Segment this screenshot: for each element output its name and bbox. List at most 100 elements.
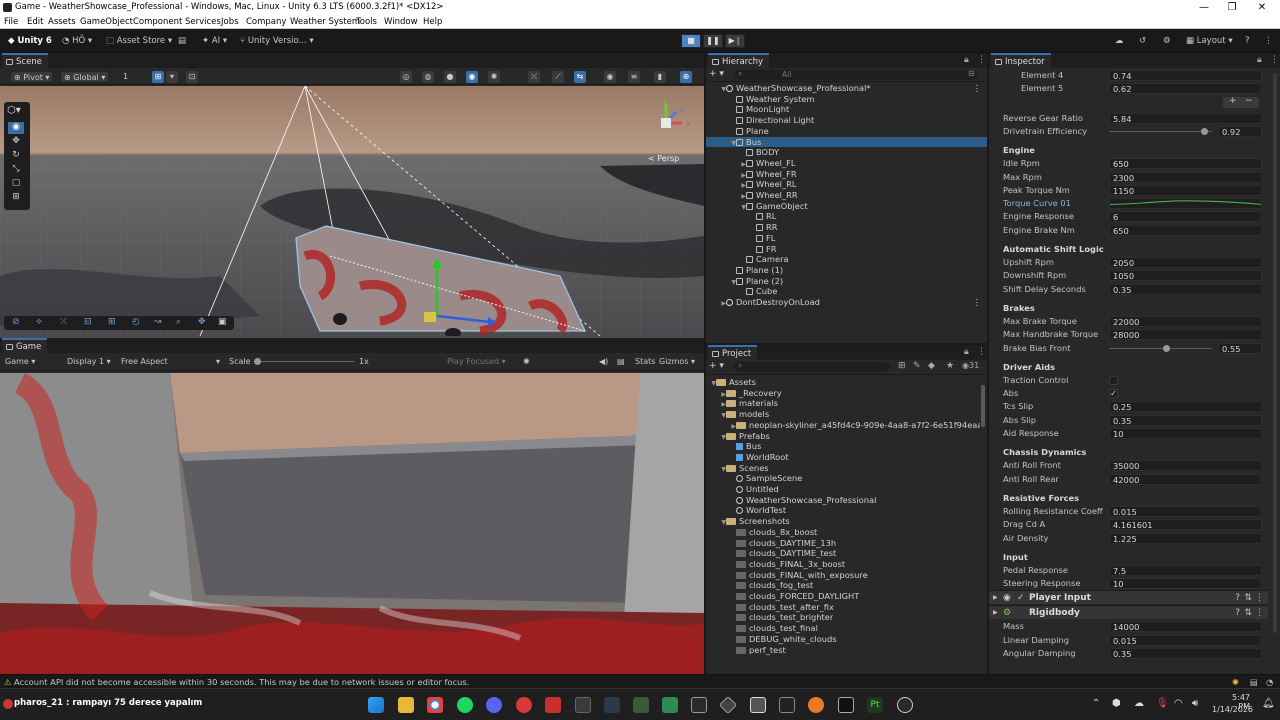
list-remove-button[interactable]: − xyxy=(1245,96,1253,106)
hierarchy-menu-icon[interactable]: ⋮ xyxy=(977,55,986,65)
scene-menu-icon[interactable]: ⋮ xyxy=(973,297,981,308)
app-icon-7[interactable] xyxy=(838,697,854,713)
hierarchy-lock-icon[interactable]: 🔒︎ xyxy=(964,55,969,65)
snap-value[interactable]: 1 xyxy=(120,71,131,83)
menu-tools[interactable]: Tools xyxy=(356,15,377,29)
terminal-icon[interactable] xyxy=(779,697,795,713)
hierarchy-item[interactable]: Directional Light xyxy=(706,115,987,126)
project-item[interactable]: ▶ _Recovery xyxy=(706,388,980,399)
asset-store-button[interactable]: ⬚ Asset Store ▾ xyxy=(106,34,172,48)
field-value-input[interactable]: 2050 xyxy=(1109,257,1262,268)
field-value-input[interactable]: 650 xyxy=(1109,224,1262,236)
search-by-type-icon[interactable]: ⊞ xyxy=(898,361,906,371)
project-menu-icon[interactable]: ⋮ xyxy=(977,347,986,357)
hidden-packages-count[interactable]: ◉31 xyxy=(962,361,979,370)
menu-edit[interactable]: Edit xyxy=(27,15,43,29)
hierarchy-item[interactable]: Plane (1) xyxy=(706,265,987,276)
account-dropdown[interactable]: ◔ HÖ ▾ xyxy=(62,34,92,48)
audio-toggle-icon[interactable]: ⟋ xyxy=(552,71,564,83)
inspector-menu-icon[interactable]: ⋮ xyxy=(1270,55,1279,65)
project-item[interactable]: SampleScene xyxy=(706,473,980,484)
slider-knob[interactable] xyxy=(1200,127,1208,135)
scale-slider[interactable] xyxy=(254,358,354,365)
field-value-input[interactable]: 0.62 xyxy=(1109,83,1262,95)
field-value-input[interactable]: 1150 xyxy=(1109,184,1262,196)
field-value-input[interactable]: 650 xyxy=(1109,158,1262,170)
component-menu-icon[interactable]: ⋮ xyxy=(1255,606,1264,620)
unity-account-button[interactable]: ◆ Unity 6 xyxy=(8,34,52,48)
menu-help[interactable]: Help xyxy=(423,15,442,29)
project-item[interactable]: Untitled xyxy=(706,484,980,495)
step-button[interactable]: ▶❘ xyxy=(725,34,745,48)
close-button[interactable]: ✕ xyxy=(1246,0,1278,15)
tab-hierarchy[interactable]: Hierarchy xyxy=(708,53,770,68)
play-button[interactable]: ■ xyxy=(681,34,701,48)
help-icon[interactable]: ? xyxy=(1235,591,1240,605)
scene-menu-icon[interactable]: ⋮ xyxy=(973,83,981,94)
help-icon[interactable]: ? xyxy=(1235,606,1240,620)
inspector-lock-icon[interactable]: 🔒︎ xyxy=(1257,55,1262,65)
gizmos-toggle-icon[interactable]: ⊕ xyxy=(680,71,692,83)
animation-curve-field[interactable] xyxy=(1109,198,1262,210)
mute-audio-icon[interactable]: ◀) xyxy=(596,356,611,368)
gizmos-button[interactable]: Gizmos ▾ xyxy=(656,356,698,368)
favorites-icon[interactable]: ★ xyxy=(946,361,954,371)
hierarchy-item[interactable]: Weather System xyxy=(706,94,987,105)
hierarchy-item[interactable]: ▶ DontDestroyOnLoad ⋮ xyxy=(706,297,987,308)
volume-icon[interactable]: 🔊︎ xyxy=(1192,698,1198,709)
field-value-input[interactable]: 7.5 xyxy=(1109,564,1262,576)
field-value-input[interactable]: 0.74 xyxy=(1109,70,1262,81)
app-icon-5[interactable] xyxy=(662,697,678,713)
project-item[interactable]: clouds_8x_boost xyxy=(706,527,980,538)
project-item[interactable]: ▶ materials xyxy=(706,398,980,409)
hierarchy-item[interactable]: ▼ Bus xyxy=(706,136,987,148)
global-dropdown[interactable]: ⊕ Global ▾ xyxy=(60,71,110,83)
packages-icon[interactable]: ▤ xyxy=(178,34,186,48)
preset-icon[interactable]: ⇅ xyxy=(1244,591,1252,605)
component-header[interactable]: ▶ ◉ ✓ Player Input? ⇅ ⋮ xyxy=(989,590,1268,605)
github-icon[interactable] xyxy=(897,697,913,713)
lighting-toggle-icon[interactable]: ✺ xyxy=(520,356,533,368)
toolbar-menu-icon[interactable]: ⋮ xyxy=(1264,34,1273,48)
menu-file[interactable]: File xyxy=(4,15,18,29)
hierarchy-item[interactable]: FR xyxy=(706,244,987,255)
overlay-tool-6-icon[interactable]: ◴ xyxy=(132,317,140,327)
hierarchy-item[interactable]: ▼ Plane (2) xyxy=(706,276,987,287)
spotify-icon[interactable] xyxy=(457,697,473,713)
menu-weather-system[interactable]: Weather System xyxy=(290,15,360,29)
project-item[interactable]: clouds_FORCED_DAYLIGHT xyxy=(706,591,980,602)
field-value-input[interactable]: 0.35 xyxy=(1109,414,1262,426)
help-icon[interactable]: ? xyxy=(1245,34,1250,48)
tab-scene[interactable]: Scene xyxy=(2,53,48,68)
field-value-input[interactable]: 5.84 xyxy=(1109,112,1262,124)
project-item[interactable]: clouds_test_brighter xyxy=(706,612,980,623)
visibility-icon[interactable]: ◉ xyxy=(604,71,616,83)
menu-company[interactable]: Company xyxy=(246,15,286,29)
overlay-tool-3-icon[interactable]: ⤫ xyxy=(60,317,67,327)
field-value-input[interactable]: 22000 xyxy=(1109,315,1262,327)
chevron-right-icon[interactable]: ▶ xyxy=(718,299,726,310)
grid-snap-icon[interactable]: ⊞ xyxy=(152,71,164,83)
blender-icon[interactable] xyxy=(808,697,824,713)
game-viewport[interactable] xyxy=(0,373,704,679)
hierarchy-item[interactable]: FL xyxy=(706,233,987,244)
app-icon-1[interactable] xyxy=(545,697,561,713)
project-item[interactable]: perf_test xyxy=(706,645,980,656)
field-value-input[interactable]: 0.25 xyxy=(1109,401,1262,413)
view-tool-icon[interactable]: ◉ xyxy=(8,122,24,134)
transform-tool-icon[interactable]: ⊞ xyxy=(8,192,24,202)
ai-button[interactable]: ✦ AI ▾ xyxy=(202,34,227,48)
project-item[interactable]: ▶ neoplan-skyliner_a45fd4c9-909e-4aa8-a7f… xyxy=(706,420,980,431)
component-menu-icon[interactable]: ⋮ xyxy=(1255,591,1264,605)
field-value-input[interactable]: 0.35 xyxy=(1109,648,1262,659)
toggle-checkbox[interactable]: ✓ xyxy=(1109,389,1118,399)
toggle-checkbox[interactable] xyxy=(1109,375,1118,385)
lighting-icon[interactable]: ✺ xyxy=(488,71,500,83)
component-enabled-checkbox[interactable]: ✓ xyxy=(1017,591,1025,605)
project-item[interactable]: clouds_test_final xyxy=(706,623,980,634)
slider-value-input[interactable]: 0.92 xyxy=(1218,125,1262,137)
layout-dropdown[interactable]: ▦ Layout ▾ xyxy=(1186,34,1233,48)
pivot-dropdown[interactable]: ⊕ Pivot ▾ xyxy=(10,71,54,83)
tray-onedrive-icon[interactable]: ☁ xyxy=(1134,698,1144,709)
stats-button[interactable]: Stats xyxy=(632,356,658,368)
